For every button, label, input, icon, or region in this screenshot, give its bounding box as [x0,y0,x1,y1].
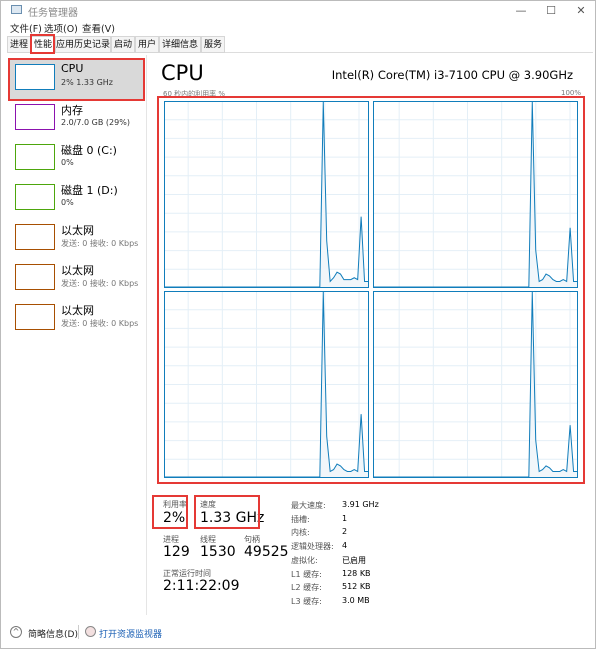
open-resource-monitor-link[interactable]: 打开资源监视器 [99,627,162,640]
sidebar-item-label: CPU [61,62,84,75]
sidebar-item-label: 以太网 [61,304,94,317]
spec-label: L1 缓存: [291,569,322,579]
tab-details[interactable]: 详细信息 [159,36,201,53]
maximize-button[interactable]: ☐ [536,1,566,20]
sidebar-item-detail: 2% 1.33 GHz [61,78,114,87]
speed-value: 1.33 GHz [200,510,265,526]
tab-services[interactable]: 服务 [201,36,225,53]
sidebar-item-3[interactable]: 磁盘 1 (D:) 0% [9,179,144,219]
spec-label: 插槽: [291,514,310,524]
spec-label: 虚拟化: [291,555,318,565]
sidebar-item-label: 磁盘 0 (C:) [61,144,117,157]
spec-value: 4 [342,541,348,551]
sidebar-item-6[interactable]: 以太网 发送: 0 接收: 0 Kbps [9,299,144,339]
mini-graph-thumbnail [15,144,55,170]
spec-value: 3.91 GHz [342,500,379,509]
menu-view[interactable]: 查看(V) [82,21,115,35]
mini-graph-thumbnail [15,184,55,210]
threads-value: 1530 [200,544,236,560]
spec-value: 2 [342,527,348,537]
core-graph-2 [164,291,369,478]
minimize-button[interactable]: — [506,1,536,20]
sidebar-item-label: 以太网 [61,224,94,237]
spec-label: 逻辑处理器: [291,542,334,552]
tab-startup[interactable]: 启动 [111,36,135,53]
sidebar-item-detail: 发送: 0 接收: 0 Kbps [61,279,139,288]
spec-label: 最大速度: [291,501,326,510]
sidebar-item-0[interactable]: CPU 2% 1.33 GHz [9,59,144,99]
graph-max-label: 100% [561,89,582,97]
uptime-value: 2:11:22:09 [163,578,240,594]
core-graph-3 [373,291,578,478]
chevron-up-icon[interactable]: ^ [10,626,22,638]
sidebar-item-label: 内存 [61,104,83,117]
sidebar-item-1[interactable]: 内存 2.0/7.0 GB (29%) [9,99,144,139]
tab-users[interactable]: 用户 [135,36,159,53]
speed-label: 速度 [200,500,216,509]
sidebar-item-detail: 发送: 0 接收: 0 Kbps [61,319,139,328]
app-icon [11,5,22,14]
menu-file[interactable]: 文件(F) [10,21,42,35]
spec-label: L3 缓存: [291,596,322,606]
utilization-value: 2% [163,510,186,526]
sidebar-item-4[interactable]: 以太网 发送: 0 接收: 0 Kbps [9,219,144,259]
core-graph-0 [164,101,369,288]
processes-value: 129 [163,544,190,560]
spec-value: 128 KB [342,568,371,578]
fewer-details-button[interactable]: 简略信息(D) [28,627,78,640]
mini-graph-thumbnail [15,304,55,330]
close-button[interactable]: ✕ [566,1,596,20]
title-bar: 任务管理器 — ☐ ✕ [1,1,595,20]
sidebar-item-detail: 0% [61,198,74,207]
spec-value: 3.0 MB [342,595,370,605]
sidebar-item-detail: 0% [61,158,74,167]
spec-value: 512 KB [342,582,371,592]
tab-bar: 进程 性能 应用历史记录 启动 用户 详细信息 服务 [7,36,593,53]
sidebar-item-5[interactable]: 以太网 发送: 0 接收: 0 Kbps [9,259,144,299]
divider [78,625,79,639]
window-title: 任务管理器 [28,8,78,19]
cpu-model: Intel(R) Core(TM) i3-7100 CPU @ 3.90GHz [331,68,573,82]
page-title: CPU [161,61,204,85]
task-manager-window: 任务管理器 — ☐ ✕ 文件(F) 选项(O) 查看(V) 进程 性能 应用历史… [0,0,596,649]
tab-app-history[interactable]: 应用历史记录 [55,36,111,53]
sidebar-item-label: 磁盘 1 (D:) [61,184,118,197]
utilization-label: 利用率 [163,500,187,509]
sidebar-item-2[interactable]: 磁盘 0 (C:) 0% [9,139,144,179]
sidebar-item-detail: 2.0/7.0 GB (29%) [61,118,130,127]
menu-options[interactable]: 选项(O) [44,21,78,35]
spec-label: L2 缓存: [291,583,322,593]
resource-monitor-icon [85,626,96,637]
mini-graph-thumbnail [15,264,55,290]
sidebar-item-label: 以太网 [61,264,94,277]
sidebar: CPU 2% 1.33 GHz 内存 2.0/7.0 GB (29%) 磁盘 0… [7,55,147,615]
mini-graph-thumbnail [15,64,55,90]
core-graph-1 [373,101,578,288]
mini-graph-thumbnail [15,224,55,250]
cpu-graphs [161,98,581,482]
spec-value: 已启用 [342,555,366,565]
spec-value: 1 [342,513,348,523]
spec-label: 内核: [291,528,310,538]
handles-value: 49525 [244,544,289,560]
sidebar-item-detail: 发送: 0 接收: 0 Kbps [61,239,139,248]
footer: ^ 简略信息(D) 打开资源监视器 [1,621,597,645]
mini-graph-thumbnail [15,104,55,130]
tab-processes[interactable]: 进程 [7,36,31,53]
tab-performance[interactable]: 性能 [31,36,55,53]
